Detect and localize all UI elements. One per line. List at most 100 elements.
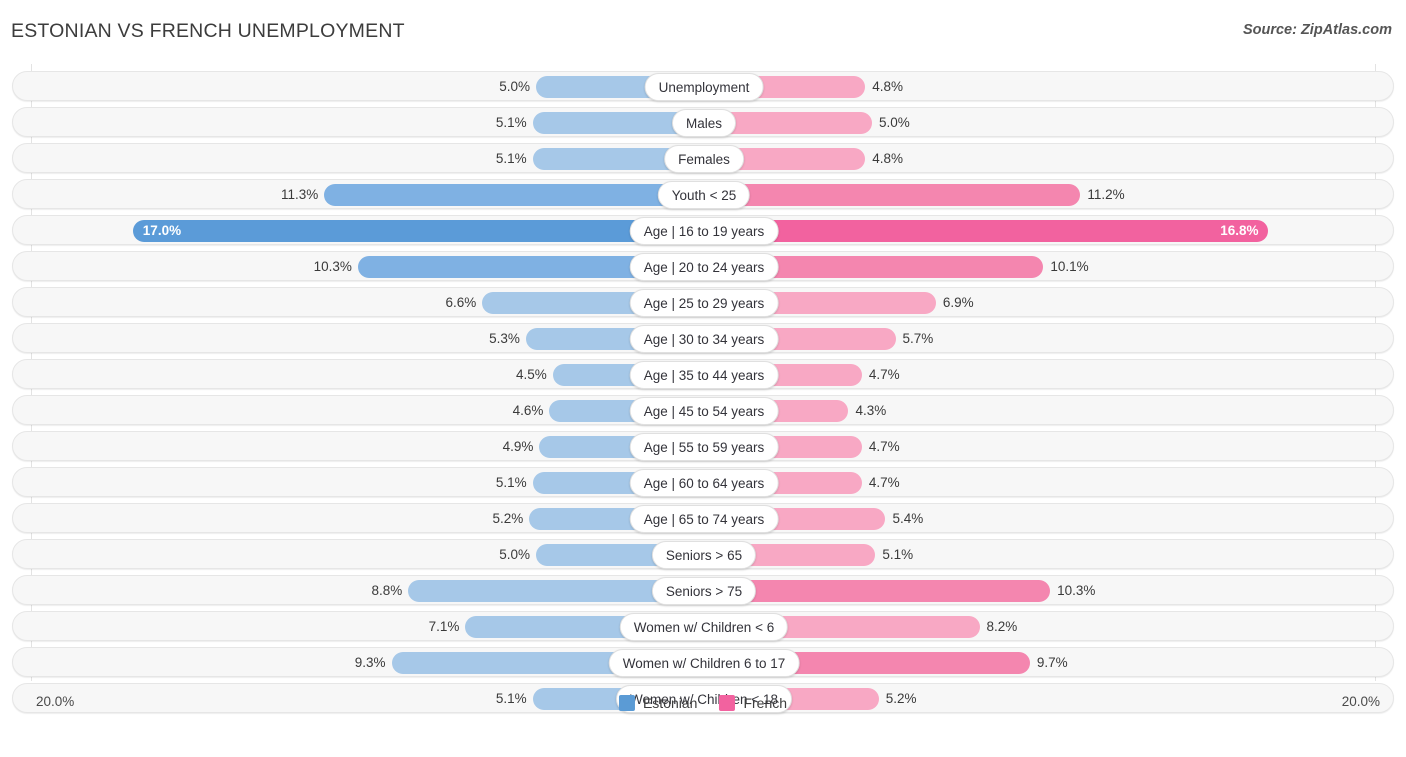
value-label-french: 4.3% bbox=[855, 403, 887, 418]
value-label-estonian: 7.1% bbox=[428, 619, 460, 634]
value-label-estonian: 5.1% bbox=[495, 475, 527, 490]
value-label-estonian: 4.9% bbox=[502, 439, 534, 454]
value-label-estonian: 10.3% bbox=[313, 259, 352, 274]
legend-item[interactable]: French bbox=[719, 695, 787, 711]
value-label-estonian: 5.0% bbox=[499, 79, 530, 94]
row-content: 5.1% 4.7% Age | 60 to 64 years bbox=[13, 468, 1393, 497]
row-content: 10.3% 10.1% Age | 20 to 24 years bbox=[13, 252, 1393, 281]
table-row[interactable]: 10.3% 10.1% Age | 20 to 24 years bbox=[12, 251, 1394, 281]
value-label-estonian: 5.1% bbox=[495, 151, 527, 166]
table-row[interactable]: 9.3% 9.7% Women w/ Children 6 to 17 bbox=[12, 647, 1394, 677]
category-label[interactable]: Age | 25 to 29 years bbox=[629, 289, 779, 317]
category-label[interactable]: Seniors > 65 bbox=[651, 541, 757, 569]
bar-french[interactable] bbox=[704, 184, 1081, 206]
value-label-french: 16.8% bbox=[1220, 223, 1259, 238]
bar-estonian[interactable] bbox=[324, 184, 704, 206]
table-row[interactable]: 5.1% 4.8% Females bbox=[12, 143, 1394, 173]
legend-label: French bbox=[743, 695, 788, 711]
table-row[interactable]: 4.5% 4.7% Age | 35 to 44 years bbox=[12, 359, 1394, 389]
category-label[interactable]: Youth < 25 bbox=[657, 181, 751, 209]
legend-label: Estonian bbox=[642, 695, 698, 711]
category-label[interactable]: Age | 20 to 24 years bbox=[629, 253, 779, 281]
category-label[interactable]: Seniors > 75 bbox=[651, 577, 757, 605]
table-row[interactable]: 5.0% 5.1% Seniors > 65 bbox=[12, 539, 1394, 569]
value-label-french: 5.4% bbox=[892, 511, 924, 526]
row-content: 8.8% 10.3% Seniors > 75 bbox=[13, 576, 1393, 605]
plot-area: 5.0% 4.8% Unemployment 5.1% 5.0% Males 5.1% 4.8… bbox=[0, 64, 1406, 717]
value-label-french: 5.0% bbox=[879, 115, 910, 130]
value-label-estonian: 5.1% bbox=[495, 115, 527, 130]
category-label[interactable]: Age | 30 to 34 years bbox=[629, 325, 779, 353]
source-attribution: Source: ZipAtlas.com bbox=[1242, 22, 1392, 38]
category-label[interactable]: Age | 60 to 64 years bbox=[629, 469, 779, 497]
category-label[interactable]: Age | 45 to 54 years bbox=[629, 397, 779, 425]
chart-legend: Estonian French bbox=[618, 695, 787, 711]
value-label-estonian: 5.1% bbox=[495, 691, 527, 706]
category-label[interactable]: Age | 35 to 44 years bbox=[629, 361, 779, 389]
row-content: 4.5% 4.7% Age | 35 to 44 years bbox=[13, 360, 1393, 389]
table-row[interactable]: 8.8% 10.3% Seniors > 75 bbox=[12, 575, 1394, 605]
value-label-french: 6.9% bbox=[942, 295, 974, 310]
table-row[interactable]: 7.1% 8.2% Women w/ Children < 6 bbox=[12, 611, 1394, 641]
category-label[interactable]: Unemployment bbox=[644, 73, 764, 101]
row-content: 4.6% 4.3% Age | 45 to 54 years bbox=[13, 396, 1393, 425]
row-content: 9.3% 9.7% Women w/ Children 6 to 17 bbox=[13, 648, 1393, 677]
table-row[interactable]: 5.0% 4.8% Unemployment bbox=[12, 71, 1394, 101]
table-row[interactable]: 6.6% 6.9% Age | 25 to 29 years bbox=[12, 287, 1394, 317]
table-row[interactable]: 5.2% 5.4% Age | 65 to 74 years bbox=[12, 503, 1394, 533]
category-label[interactable]: Age | 65 to 74 years bbox=[629, 505, 779, 533]
row-content: 5.3% 5.7% Age | 30 to 34 years bbox=[13, 324, 1393, 353]
value-label-french: 9.7% bbox=[1036, 655, 1068, 670]
axis-label-left: 20.0% bbox=[36, 694, 75, 709]
value-label-french: 10.3% bbox=[1057, 583, 1096, 598]
table-row[interactable]: 5.3% 5.7% Age | 30 to 34 years bbox=[12, 323, 1394, 353]
chart-page: ESTONIAN VS FRENCH UNEMPLOYMENT Source: … bbox=[0, 0, 1406, 757]
row-content: 17.0% 16.8% Age | 16 to 19 years bbox=[13, 216, 1393, 245]
value-label-french: 4.8% bbox=[872, 79, 904, 94]
value-label-french: 8.2% bbox=[986, 619, 1018, 634]
row-content: 11.3% 11.2% Youth < 25 bbox=[13, 180, 1393, 209]
row-content: 4.9% 4.7% Age | 55 to 59 years bbox=[13, 432, 1393, 461]
table-row[interactable]: 4.9% 4.7% Age | 55 to 59 years bbox=[12, 431, 1394, 461]
value-label-estonian: 9.3% bbox=[354, 655, 386, 670]
row-content: 5.0% 4.8% Unemployment bbox=[13, 72, 1393, 101]
row-content: 5.1% 4.8% Females bbox=[13, 144, 1393, 173]
row-content: 6.6% 6.9% Age | 25 to 29 years bbox=[13, 288, 1393, 317]
page-title: ESTONIAN VS FRENCH UNEMPLOYMENT bbox=[11, 20, 405, 42]
table-row[interactable]: 4.6% 4.3% Age | 45 to 54 years bbox=[12, 395, 1394, 425]
value-label-french: 11.2% bbox=[1087, 187, 1125, 202]
category-label[interactable]: Age | 16 to 19 years bbox=[629, 217, 779, 245]
table-row[interactable]: 5.1% 4.7% Age | 60 to 64 years bbox=[12, 467, 1394, 497]
row-content: 7.1% 8.2% Women w/ Children < 6 bbox=[13, 612, 1393, 641]
table-row[interactable]: 17.0% 16.8% Age | 16 to 19 years bbox=[12, 215, 1394, 245]
value-label-estonian: 5.0% bbox=[499, 547, 530, 562]
value-label-french: 10.1% bbox=[1050, 259, 1089, 274]
table-row[interactable]: 5.1% 5.0% Males bbox=[12, 107, 1394, 137]
category-label[interactable]: Women w/ Children < 6 bbox=[619, 613, 789, 641]
value-label-estonian: 11.3% bbox=[281, 187, 319, 202]
category-label[interactable]: Age | 55 to 59 years bbox=[629, 433, 779, 461]
value-label-french: 4.7% bbox=[868, 475, 900, 490]
row-content: 5.2% 5.4% Age | 65 to 74 years bbox=[13, 504, 1393, 533]
value-label-estonian: 4.5% bbox=[516, 367, 547, 382]
value-label-french: 4.7% bbox=[868, 367, 900, 382]
row-content: 5.1% 5.0% Males bbox=[13, 108, 1393, 137]
value-label-estonian: 5.2% bbox=[492, 511, 524, 526]
value-label-french: 5.2% bbox=[885, 691, 917, 706]
axis-label-right: 20.0% bbox=[1341, 694, 1380, 709]
value-label-french: 4.8% bbox=[872, 151, 904, 166]
table-row[interactable]: 11.3% 11.2% Youth < 25 bbox=[12, 179, 1394, 209]
category-label[interactable]: Women w/ Children 6 to 17 bbox=[608, 649, 800, 677]
value-label-french: 5.7% bbox=[902, 331, 934, 346]
legend-swatch-icon bbox=[618, 695, 635, 711]
legend-item[interactable]: Estonian bbox=[618, 695, 698, 711]
legend-swatch-icon bbox=[719, 695, 736, 711]
value-label-estonian: 5.3% bbox=[489, 331, 520, 346]
value-label-french: 5.1% bbox=[882, 547, 914, 562]
category-label[interactable]: Males bbox=[671, 109, 737, 137]
value-label-estonian: 8.8% bbox=[371, 583, 403, 598]
value-label-estonian: 4.6% bbox=[512, 403, 544, 418]
value-label-estonian: 6.6% bbox=[445, 295, 477, 310]
category-label[interactable]: Females bbox=[664, 145, 744, 173]
value-label-french: 4.7% bbox=[868, 439, 900, 454]
